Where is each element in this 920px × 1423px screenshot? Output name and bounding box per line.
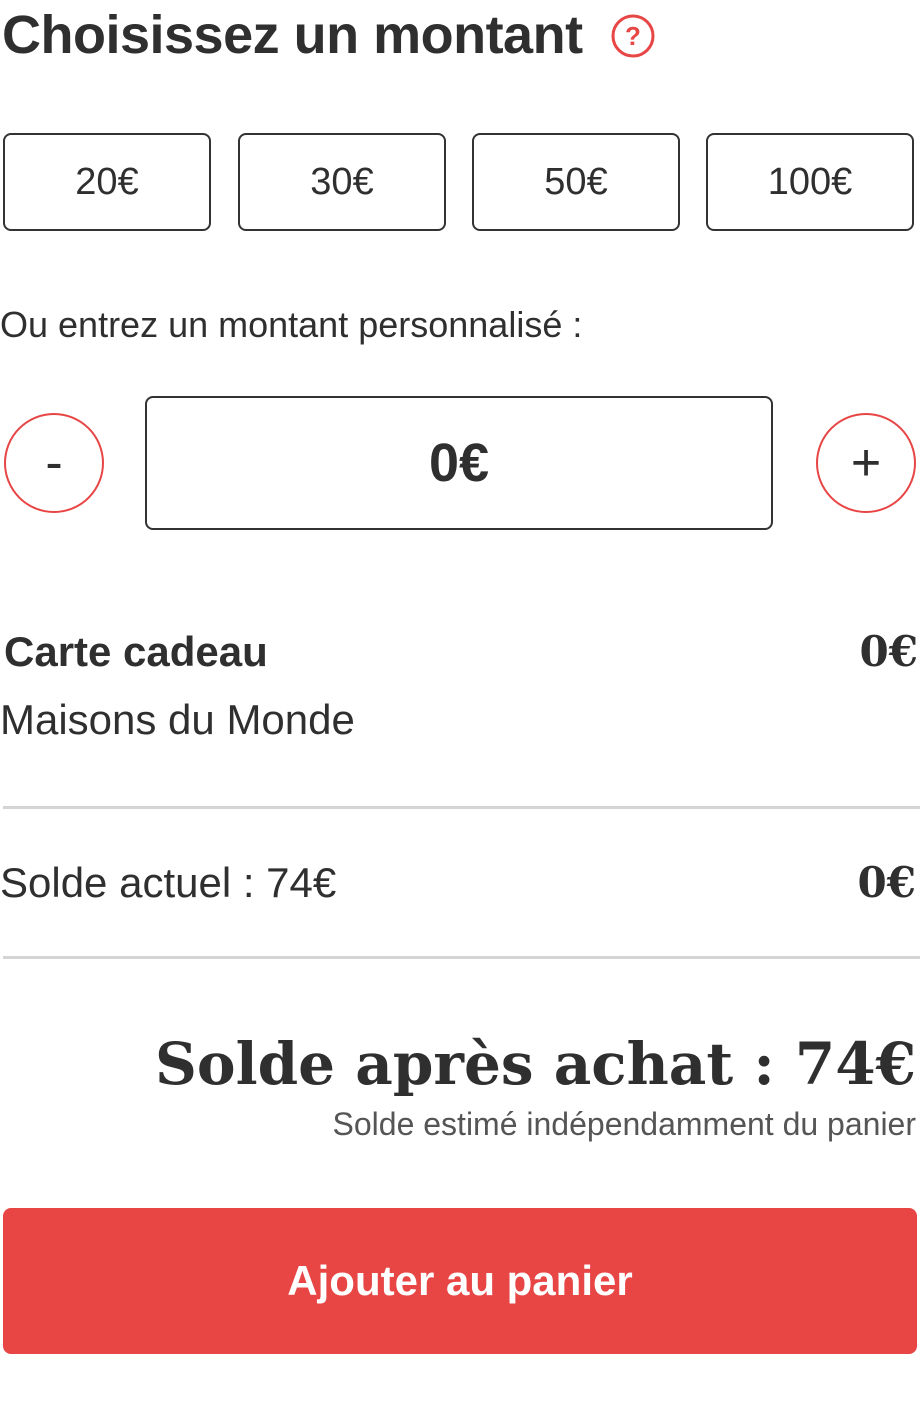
gift-card-title: Carte cadeau xyxy=(4,628,268,675)
divider xyxy=(3,956,920,959)
add-to-cart-button[interactable]: Ajouter au panier xyxy=(3,1208,917,1354)
current-balance-amount: 0€ xyxy=(857,858,916,907)
preset-amount-button[interactable]: 30€ xyxy=(238,133,446,231)
question-circle-icon[interactable]: ? xyxy=(611,14,655,58)
preset-amount-button[interactable]: 100€ xyxy=(706,133,914,231)
gift-card-brand: Maisons du Monde xyxy=(0,696,355,743)
custom-amount-label: Ou entrez un montant personnalisé : xyxy=(0,304,583,345)
increment-button[interactable]: + xyxy=(816,413,916,513)
preset-amounts: 20€ 30€ 50€ 100€ xyxy=(3,133,917,233)
divider xyxy=(3,806,920,809)
preset-amount-button[interactable]: 20€ xyxy=(3,133,211,231)
help-icon-symbol: ? xyxy=(625,21,641,51)
balance-estimate-note: Solde estimé indépendamment du panier xyxy=(332,1106,916,1142)
gift-card-amount: 0€ xyxy=(859,627,918,676)
decrement-button[interactable]: - xyxy=(4,413,104,513)
current-balance-label: Solde actuel : 74€ xyxy=(0,859,337,906)
custom-amount-input[interactable]: 0€ xyxy=(145,396,773,530)
page-title: Choisissez un montant xyxy=(2,5,583,65)
title-row: Choisissez un montant ? xyxy=(2,0,655,70)
balance-after-purchase: Solde après achat : 74€ xyxy=(155,1030,916,1098)
preset-amount-button[interactable]: 50€ xyxy=(472,133,680,231)
